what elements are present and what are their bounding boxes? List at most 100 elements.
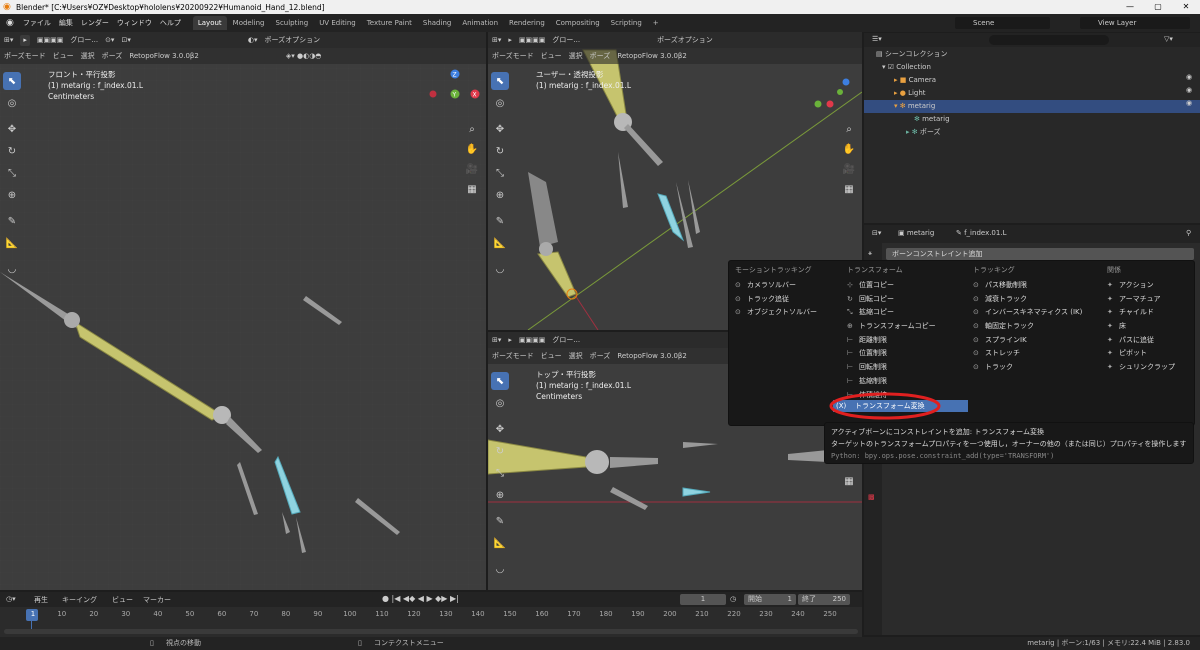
close-button[interactable]: ✕ — [1172, 0, 1200, 14]
menu-item-limit-scale[interactable]: ⊢ 拡縮制限 — [847, 375, 936, 389]
select-box-icon-2[interactable]: ▸ — [508, 36, 512, 44]
cursor-tool-icon[interactable]: ◎ — [3, 94, 21, 112]
menu-item-copy-rotation[interactable]: ↻ 回転コピー — [847, 293, 936, 307]
rotate-tool-icon-2[interactable]: ↻ — [491, 142, 509, 160]
camera-view-icon[interactable]: 🎥 — [466, 160, 478, 180]
menu-select-2[interactable]: 選択 — [569, 51, 583, 61]
move-tool-icon-3[interactable]: ✥ — [491, 420, 509, 438]
menu-item-camera-solver[interactable]: ⊙ カメラソルバー — [735, 279, 817, 293]
move-tool-icon[interactable]: ✥ — [3, 120, 21, 138]
end-frame-field[interactable]: 終了 250 — [798, 594, 850, 605]
pose-options-dropdown-2[interactable]: ポーズオプション — [657, 35, 713, 45]
visibility-eye-icon[interactable]: ◉ — [1186, 73, 1192, 81]
perspective-icon-2[interactable]: ▦ — [844, 180, 853, 200]
scale-tool-icon-3[interactable]: ⤡ — [491, 464, 509, 482]
menu-item-object-solver[interactable]: ⊙ オブジェクトソルバー — [735, 306, 817, 320]
outliner-row-metarig[interactable]: ▾ ✻ metarig — [864, 100, 1200, 113]
menu-item-action[interactable]: ✦ アクション — [1107, 279, 1175, 293]
menu-playback[interactable]: 再生 — [34, 595, 48, 605]
menu-item-follow-track[interactable]: ⊙ トラック追従 — [735, 293, 817, 307]
editor-type-icon-2[interactable]: ⊞▾ — [492, 36, 501, 44]
properties-editor-icon[interactable]: ⊟▾ — [872, 229, 881, 237]
annotate-tool-icon-3[interactable]: ✎ — [491, 512, 509, 530]
playback-controls[interactable]: ● |◀ ◀◆ ◀ ▶ ◆▶ ▶| — [382, 594, 459, 603]
finger-2a[interactable] — [618, 152, 628, 208]
menu-timeline-view[interactable]: ビュー — [112, 595, 133, 605]
menu-item-child-of[interactable]: ✦ チャイルド — [1107, 306, 1175, 320]
finger-2c[interactable] — [688, 180, 700, 234]
select-mode-icons-3[interactable]: ▣▣▣▣ — [519, 336, 545, 344]
pin-icon[interactable]: ⚲ — [1186, 229, 1191, 237]
menu-select[interactable]: 選択 — [81, 51, 95, 61]
zoom-icon-2[interactable]: ⌕ — [846, 120, 852, 140]
tab-compositing[interactable]: Compositing — [551, 16, 605, 30]
tab-rendering[interactable]: Rendering — [504, 16, 550, 30]
menu-file[interactable]: ファイル — [23, 18, 51, 28]
rotate-tool-icon[interactable]: ↻ — [3, 142, 21, 160]
menu-pose[interactable]: ポーズ — [102, 51, 123, 61]
select-box-icon-3[interactable]: ▸ — [508, 336, 512, 344]
menu-render[interactable]: レンダー — [81, 18, 109, 28]
orientation-dropdown-2[interactable]: グロー... — [552, 35, 580, 45]
visibility-eye-icon[interactable]: ◉ — [1186, 99, 1192, 107]
tab-shading[interactable]: Shading — [418, 16, 456, 30]
menu-item-copy-transforms[interactable]: ⊕ トランスフォームコピー — [847, 320, 936, 334]
grid-view-icon[interactable]: ▦ — [467, 180, 476, 200]
menu-pose-3[interactable]: ポーズ — [590, 351, 611, 361]
menu-item-limit-rotation[interactable]: ⊢ 回転制限 — [847, 361, 936, 375]
add-workspace-button[interactable]: + — [648, 16, 664, 30]
menu-item-clamp-to[interactable]: ⊙ パス移動制限 — [973, 279, 1082, 293]
menu-item-locked-track[interactable]: ⊙ 軸固定トラック — [973, 320, 1082, 334]
bone-palm-2[interactable] — [624, 124, 663, 166]
relax-tool-icon-3[interactable]: ◡ — [491, 560, 509, 578]
transform-tool-icon[interactable]: ⊕ — [3, 186, 21, 204]
bone-selected-2[interactable] — [657, 193, 685, 242]
transform-tool-icon-2[interactable]: ⊕ — [491, 186, 509, 204]
editor-type-icon[interactable]: ⊞▾ — [4, 36, 13, 44]
tab-scripting[interactable]: Scripting — [606, 16, 647, 30]
finger-3a[interactable] — [683, 442, 718, 448]
scene-selector[interactable]: Scene — [955, 17, 1050, 29]
blender-menu-icon[interactable]: ◉ — [6, 18, 14, 28]
pan-hand-icon-2[interactable]: ✋ — [843, 140, 855, 160]
view-layer-selector[interactable]: View Layer — [1080, 17, 1190, 29]
measure-tool-icon-3[interactable]: 📐 — [491, 534, 509, 552]
bone-forearm-2[interactable] — [537, 251, 577, 298]
start-frame-field[interactable]: 開始 1 — [744, 594, 796, 605]
gizmo-neg-x[interactable] — [429, 90, 437, 98]
pose-mode-dropdown-3[interactable]: ポーズモード — [492, 351, 534, 361]
zoom-icon[interactable]: ⌕ — [469, 120, 475, 140]
select-tool-icon-3[interactable]: ⬉ — [491, 372, 509, 390]
menu-view-3[interactable]: ビュー — [541, 351, 562, 361]
retopoflow-menu[interactable]: RetopoFlow 3.0.0β2 — [129, 52, 199, 60]
pose-options-dropdown[interactable]: ポーズオプション — [264, 35, 320, 45]
menu-item-pivot[interactable]: ✦ ピボット — [1107, 347, 1175, 361]
outliner-row-camera[interactable]: ▸ ■ Camera — [864, 74, 1200, 87]
menu-item-copy-scale[interactable]: ⤡ 拡縮コピー — [847, 306, 936, 320]
menu-item-follow-path[interactable]: ✦ パスに追従 — [1107, 334, 1175, 348]
clock-icon[interactable]: ◷ — [730, 595, 736, 603]
measure-tool-icon-2[interactable]: 📐 — [491, 234, 509, 252]
bone-palm-3[interactable] — [610, 457, 658, 468]
menu-item-inverse-kinematics[interactable]: ⊙ インバースキネマティクス (IK) — [973, 306, 1082, 320]
menu-keying[interactable]: キーイング — [62, 595, 97, 605]
editor-type-icon-3[interactable]: ⊞▾ — [492, 336, 501, 344]
timeline-scrollbar[interactable] — [4, 629, 858, 634]
rotate-tool-icon-3[interactable]: ↻ — [491, 442, 509, 460]
gizmo-neg-y-2[interactable] — [837, 89, 843, 95]
gizmo-x-2[interactable] — [826, 100, 834, 108]
relax-tool-icon-2[interactable]: ◡ — [491, 260, 509, 278]
outliner-search-input[interactable] — [989, 35, 1109, 45]
annotate-tool-icon-2[interactable]: ✎ — [491, 212, 509, 230]
tab-layout[interactable]: Layout — [192, 16, 227, 30]
joint-elbow[interactable] — [64, 312, 80, 328]
current-frame-field[interactable]: 1 — [680, 594, 726, 605]
move-tool-icon-2[interactable]: ✥ — [491, 120, 509, 138]
viewport-shading-icons[interactable]: ◈▾ ●◐◑◓ — [286, 52, 322, 60]
menu-item-shrinkwrap[interactable]: ✦ シュリンクラップ — [1107, 361, 1175, 375]
tab-modeling[interactable]: Modeling — [228, 16, 270, 30]
bone-thumb-3[interactable] — [610, 487, 648, 510]
joint-elbow-2[interactable] — [539, 242, 553, 256]
measure-tool-icon[interactable]: 📐 — [3, 234, 21, 252]
menu-window[interactable]: ウィンドウ — [117, 18, 152, 28]
